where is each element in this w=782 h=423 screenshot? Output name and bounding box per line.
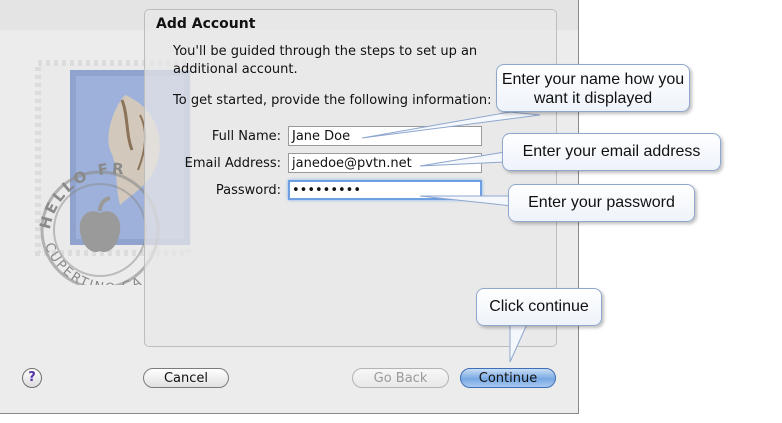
- callout-password-text: Enter your password: [528, 194, 675, 211]
- callout-continue-text: Click continue: [489, 298, 589, 315]
- callout-name-text: Enter your name how you want it displaye…: [501, 71, 685, 107]
- callout-email-text: Enter your email address: [522, 143, 701, 160]
- callout-pointer-continue: [509, 321, 529, 363]
- callout-pointer-password: [419, 195, 513, 207]
- callout-name: Enter your name how you want it displaye…: [496, 64, 690, 112]
- callout-pointer-email: [419, 151, 506, 167]
- callout-password: Enter your password: [508, 184, 695, 222]
- callout-email: Enter your email address: [502, 133, 721, 171]
- callout-continue: Click continue: [476, 288, 602, 326]
